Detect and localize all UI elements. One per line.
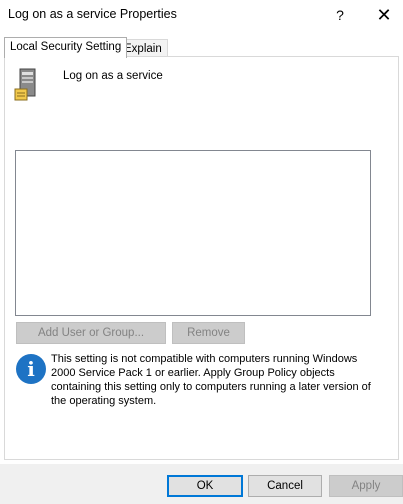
cancel-button[interactable]: Cancel [248, 475, 322, 497]
server-icon [14, 68, 36, 101]
dialog-footer: OK Cancel Apply [0, 464, 403, 504]
tab-local-security-setting[interactable]: Local Security Setting [4, 37, 128, 58]
policy-name: Log on as a service [63, 70, 163, 82]
info-icon: i [16, 354, 46, 384]
close-button[interactable]: ✕ [364, 0, 403, 30]
accounts-listbox[interactable] [15, 150, 371, 316]
apply-button[interactable]: Apply [329, 475, 403, 497]
add-user-or-group-button[interactable]: Add User or Group... [16, 322, 166, 344]
title-bar: Log on as a service Properties ? ✕ [0, 0, 403, 30]
remove-button[interactable]: Remove [172, 322, 245, 344]
ok-button[interactable]: OK [167, 475, 243, 497]
window-title: Log on as a service Properties [8, 7, 177, 21]
compatibility-note: This setting is not compatible with comp… [51, 353, 371, 407]
help-button[interactable]: ? [320, 0, 360, 30]
